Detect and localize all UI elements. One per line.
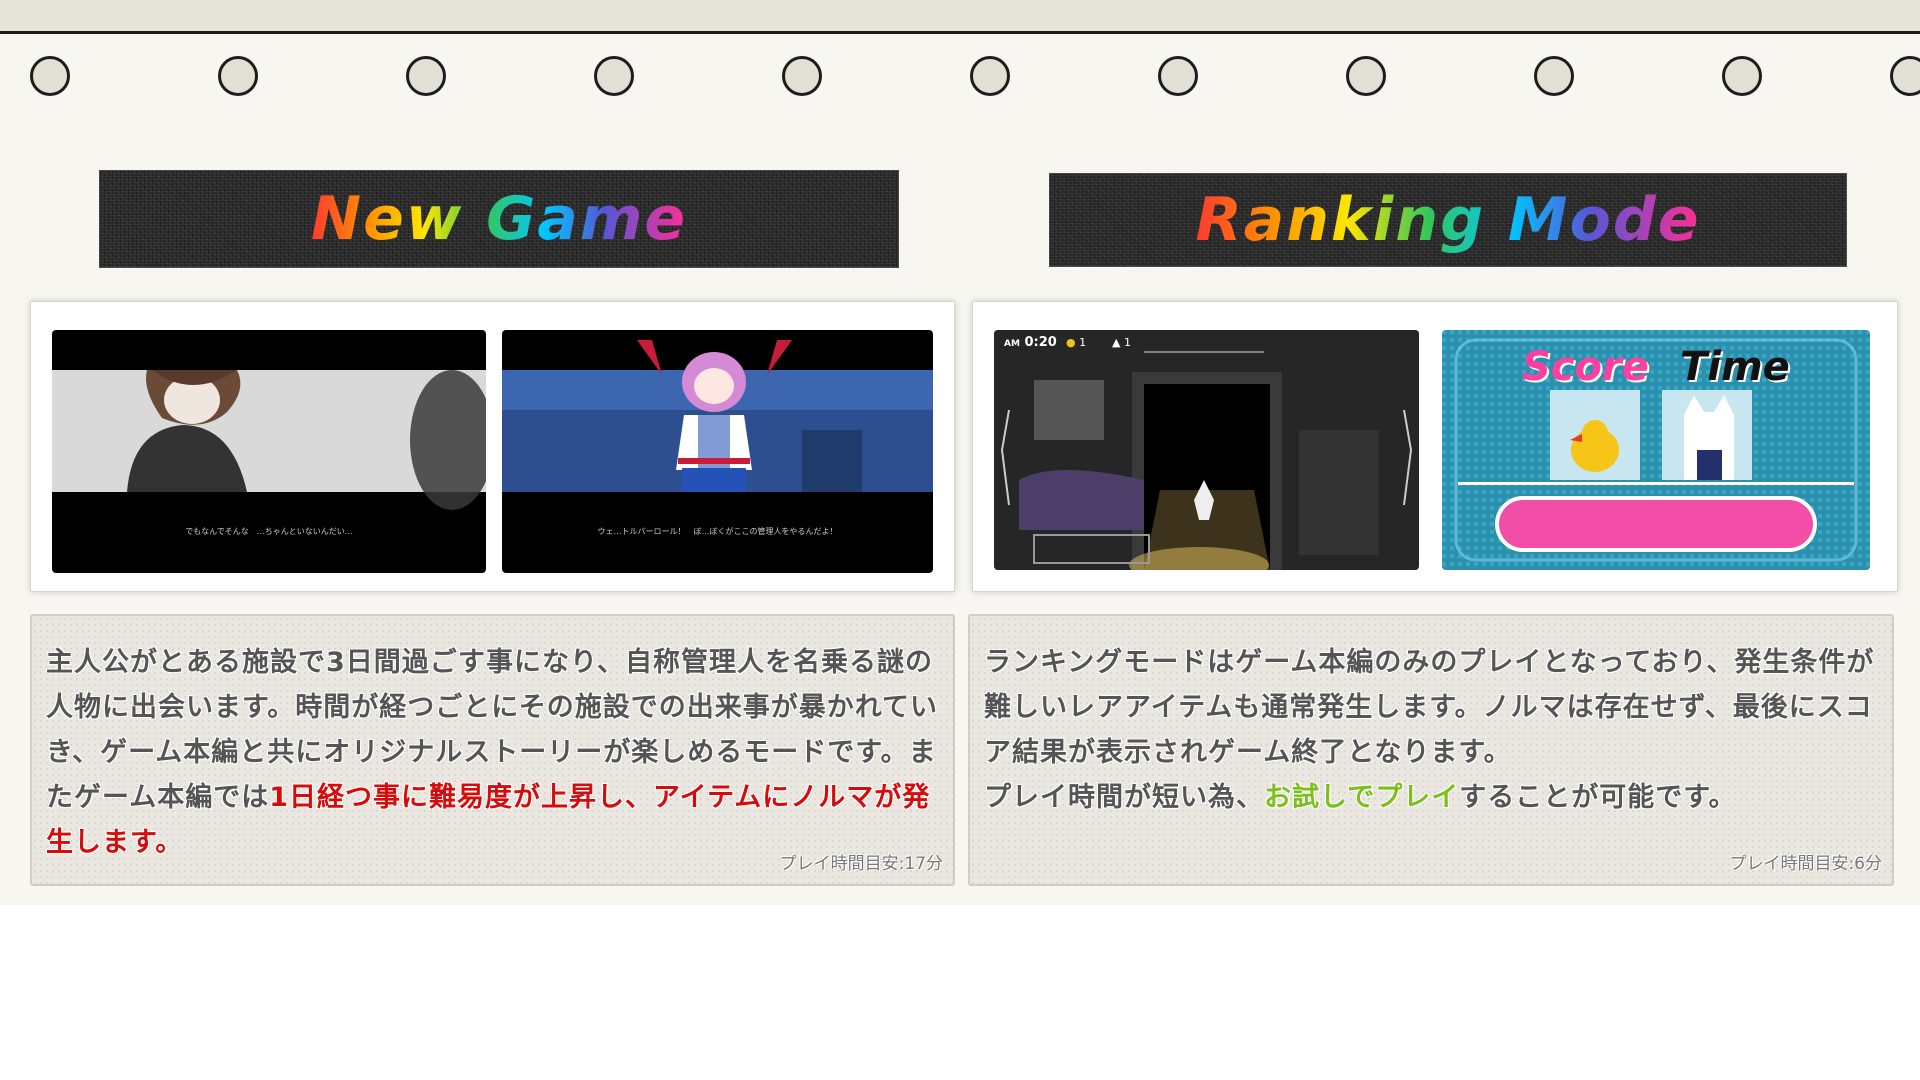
notebook-top-band xyxy=(0,0,1920,34)
new-game-screenshot-2: ウェ…トルバーロール！ ぼ…ぼくがここの管理人をやるんだよ！ xyxy=(502,330,933,573)
description-text: プレイ時間が短い為、 xyxy=(984,782,1264,813)
ranking-mode-banner[interactable]: Ranking Mode xyxy=(1049,173,1847,267)
score-screen-image xyxy=(1442,330,1870,570)
new-game-banner[interactable]: New Game xyxy=(99,170,899,268)
description-text: ランキングモードはゲーム本編のみのプレイとなっており、発生条件が難しいレアアイテ… xyxy=(984,647,1875,768)
binder-ring xyxy=(218,56,258,96)
ranking-mode-screenshot-2: Score Time xyxy=(1442,330,1870,570)
duck-icon: ● xyxy=(1066,336,1076,349)
hud-time: 0:20 xyxy=(1024,335,1057,350)
ranking-mode-screenshot-1: AM 0:20 ● 1 ▲ 1 xyxy=(994,330,1419,570)
binder-ring xyxy=(1722,56,1762,96)
binder-ring xyxy=(1158,56,1198,96)
binder-ring xyxy=(1346,56,1386,96)
description-highlight: お試しでプレイ xyxy=(1264,782,1460,813)
cat-count: 1 xyxy=(1123,336,1131,349)
hud-am-label: AM xyxy=(1004,339,1020,349)
binder-ring xyxy=(406,56,446,96)
ranking-mode-description: ランキングモードはゲーム本編のみのプレイとなっており、発生条件が難しいレアアイテ… xyxy=(984,640,1884,820)
play-time-estimate: プレイ時間目安:6分 xyxy=(1729,854,1882,874)
new-game-screenshot-1: でもなんでそんな …ちゃんといないんだい… xyxy=(52,330,486,573)
binder-ring xyxy=(970,56,1010,96)
hud-cat-count: ▲ 1 xyxy=(1112,336,1131,349)
ranking-mode-screenshots-frame: AM 0:20 ● 1 ▲ 1 Score Time xyxy=(972,301,1898,592)
new-game-screenshots-frame: でもなんでそんな …ちゃんといないんだい… ウェ…トルバーロール！ ぼ…ぼくがこ… xyxy=(30,301,955,592)
gameplay-room-image xyxy=(994,330,1419,570)
play-time-estimate: プレイ時間目安:17分 xyxy=(779,854,943,874)
ranking-mode-title: Ranking Mode xyxy=(1195,185,1701,255)
dialogue-text: ウェ…トルバーロール！ ぼ…ぼくがここの管理人をやるんだよ！ xyxy=(597,527,838,536)
score-label: Score xyxy=(1522,344,1649,390)
hud-clock: AM 0:20 xyxy=(1004,335,1057,350)
duck-count: 1 xyxy=(1079,336,1087,349)
binder-ring xyxy=(1534,56,1574,96)
time-label: Time xyxy=(1680,344,1790,390)
new-game-description: 主人公がとある施設で3日間過ごす事になり、自称管理人を名乗る謎の人物に出会います… xyxy=(46,640,946,865)
description-text: することが可能です。 xyxy=(1459,782,1737,813)
dialogue-text: でもなんでそんな …ちゃんといないんだい… xyxy=(185,527,353,536)
binder-ring xyxy=(30,56,70,96)
cat-icon: ▲ xyxy=(1112,336,1121,349)
hud-duck-count: ● 1 xyxy=(1066,336,1086,349)
new-game-description-box: 主人公がとある施設で3日間過ごす事になり、自称管理人を名乗る謎の人物に出会います… xyxy=(30,614,955,886)
new-game-title: New Game xyxy=(310,184,688,254)
binder-ring xyxy=(594,56,634,96)
binder-ring xyxy=(782,56,822,96)
ranking-mode-description-box: ランキングモードはゲーム本編のみのプレイとなっており、発生条件が難しいレアアイテ… xyxy=(968,614,1894,886)
